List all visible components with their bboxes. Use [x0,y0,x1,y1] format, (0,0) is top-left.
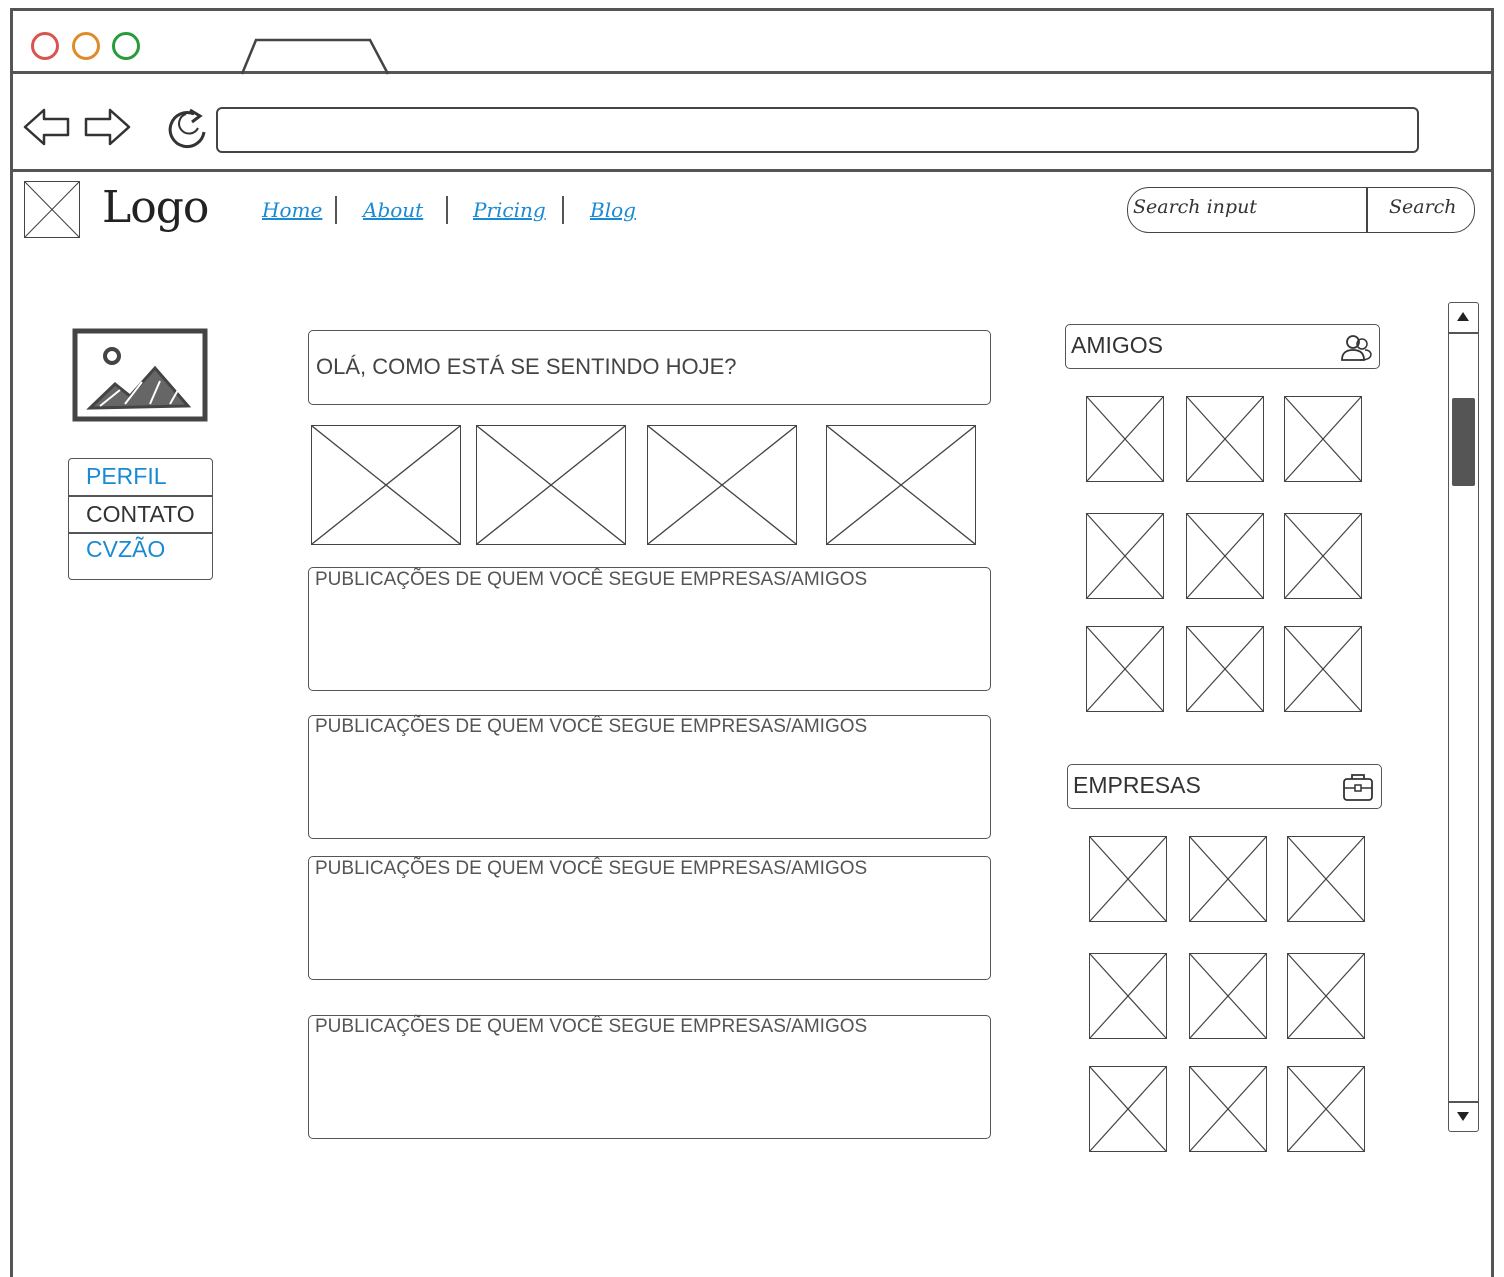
menu-divider [68,532,213,534]
story-image-placeholder[interactable] [476,425,626,545]
company-logo-placeholder[interactable] [1089,1066,1167,1152]
story-image-placeholder[interactable] [647,425,797,545]
company-logo-placeholder[interactable] [1089,836,1167,922]
feed-post-label: PUBLICAÇÕES DE QUEM VOCÊ SEGUE EMPRESAS/… [315,1016,868,1037]
close-window-button[interactable] [31,32,59,60]
nav-link-home[interactable]: Home [262,198,322,222]
minimize-window-button[interactable] [72,32,100,60]
friend-avatar-placeholder[interactable] [1086,626,1164,712]
menu-item-cvzao[interactable]: CVZÃO [86,536,165,563]
company-logo-placeholder[interactable] [1287,836,1365,922]
menu-divider [68,495,213,497]
story-image-placeholder[interactable] [311,425,461,545]
company-logo-placeholder[interactable] [1189,953,1267,1039]
friend-avatar-placeholder[interactable] [1186,513,1264,599]
scroll-up-arrow-icon[interactable] [1454,308,1472,324]
nav-separator [335,196,337,224]
friend-avatar-placeholder[interactable] [1086,396,1164,482]
nav-link-blog[interactable]: Blog [590,198,636,222]
friend-avatar-placeholder[interactable] [1086,513,1164,599]
feed-post-label: PUBLICAÇÕES DE QUEM VOCÊ SEGUE EMPRESAS/… [315,716,868,737]
scrollbar-track-divider [1449,1101,1478,1103]
company-logo-placeholder[interactable] [1189,1066,1267,1152]
browser-tab[interactable] [238,36,393,76]
user-group-icon [1341,335,1372,361]
back-arrow-icon[interactable] [22,106,72,148]
company-logo-placeholder[interactable] [1089,953,1167,1039]
logo-text: Logo [102,182,209,233]
nav-separator [562,196,564,224]
feed-post-label: PUBLICAÇÕES DE QUEM VOCÊ SEGUE EMPRESAS/… [315,569,868,590]
friend-avatar-placeholder[interactable] [1284,626,1362,712]
nav-link-pricing[interactable]: Pricing [473,198,546,222]
company-logo-placeholder[interactable] [1189,836,1267,922]
scroll-down-arrow-icon[interactable] [1454,1108,1472,1124]
search-button[interactable]: Search [1389,196,1457,218]
story-image-placeholder[interactable] [826,425,976,545]
scrollbar-track-divider [1449,332,1478,334]
company-logo-placeholder[interactable] [1287,953,1365,1039]
reload-icon[interactable] [164,106,212,152]
search-input[interactable]: Search input [1133,196,1257,218]
friend-avatar-placeholder[interactable] [1186,626,1264,712]
status-prompt: OLÁ, COMO ESTÁ SE SENTINDO HOJE? [316,354,737,379]
friend-avatar-placeholder[interactable] [1284,513,1362,599]
address-bar[interactable] [216,107,1419,153]
nav-link-about[interactable]: About [363,198,423,222]
briefcase-icon [1343,774,1373,801]
menu-item-contato[interactable]: CONTATO [86,501,195,528]
scrollbar-thumb[interactable] [1452,398,1475,486]
maximize-window-button[interactable] [112,32,140,60]
profile-picture-icon[interactable] [70,326,210,424]
menu-item-perfil[interactable]: PERFIL [86,463,167,490]
logo-image-placeholder [24,181,80,238]
forward-arrow-icon[interactable] [82,106,132,148]
company-logo-placeholder[interactable] [1287,1066,1365,1152]
nav-separator [446,196,448,224]
friend-avatar-placeholder[interactable] [1284,396,1362,482]
friends-title: AMIGOS [1071,332,1164,358]
friend-avatar-placeholder[interactable] [1186,396,1264,482]
search-divider [1366,188,1368,232]
title-bar [10,8,1494,74]
companies-title: EMPRESAS [1073,772,1201,798]
feed-post-label: PUBLICAÇÕES DE QUEM VOCÊ SEGUE EMPRESAS/… [315,858,868,879]
